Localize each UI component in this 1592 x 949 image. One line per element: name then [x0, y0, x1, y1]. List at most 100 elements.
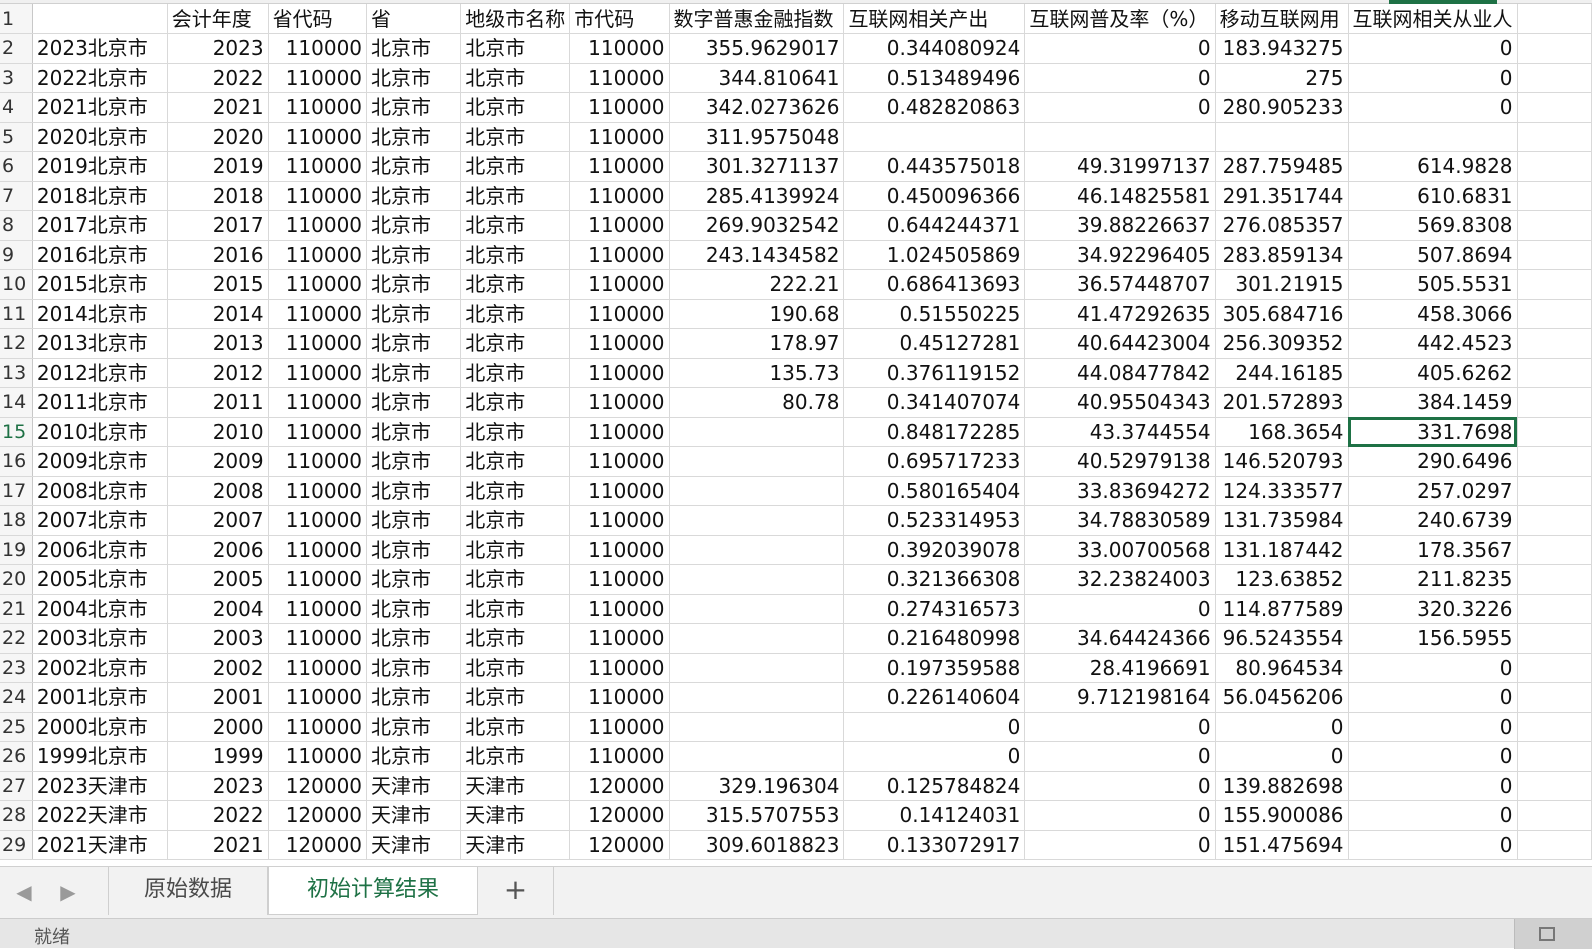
table-cell[interactable]: 110000: [268, 181, 368, 211]
table-cell[interactable]: 北京市: [366, 623, 462, 654]
table-cell[interactable]: 276.085357: [1215, 210, 1349, 241]
table-cell[interactable]: 天津市: [366, 800, 462, 831]
table-cell[interactable]: 北京市: [460, 33, 571, 64]
table-cell[interactable]: 2000北京市: [32, 712, 168, 742]
table-cell[interactable]: 0: [1024, 712, 1216, 742]
table-cell[interactable]: 0: [1024, 33, 1216, 64]
table-cell[interactable]: 2021天津市: [32, 830, 168, 860]
table-cell[interactable]: 2015: [167, 269, 269, 300]
row-number[interactable]: 5: [0, 122, 33, 152]
table-cell[interactable]: 北京市: [366, 476, 462, 506]
table-cell[interactable]: 2017北京市: [32, 210, 168, 241]
table-cell[interactable]: 0: [1215, 741, 1349, 772]
table-cell[interactable]: 110000: [268, 328, 368, 359]
table-cell[interactable]: 北京市: [366, 63, 462, 93]
table-cell[interactable]: 124.333577: [1215, 476, 1349, 506]
table-cell[interactable]: 0.344080924: [843, 33, 1026, 64]
table-cell[interactable]: 北京市: [366, 328, 462, 359]
table-cell[interactable]: 120000: [268, 800, 368, 831]
table-cell[interactable]: 96.5243554: [1215, 623, 1349, 654]
table-cell[interactable]: 44.08477842: [1024, 358, 1216, 388]
table-cell[interactable]: 北京市: [460, 181, 571, 211]
row-number[interactable]: 20: [0, 564, 33, 595]
table-cell[interactable]: [669, 446, 845, 477]
table-cell[interactable]: 9.712198164: [1024, 682, 1216, 713]
table-cell[interactable]: 北京市: [460, 446, 571, 477]
table-cell[interactable]: 2021北京市: [32, 92, 168, 123]
table-cell[interactable]: 41.47292635: [1024, 299, 1216, 329]
table-cell[interactable]: 110000: [569, 446, 670, 477]
row-number[interactable]: 11: [0, 299, 33, 329]
table-cell[interactable]: 120000: [268, 830, 368, 860]
table-cell[interactable]: 190.68: [669, 299, 845, 329]
empty-cell[interactable]: [1517, 712, 1592, 742]
table-cell[interactable]: [1215, 122, 1349, 152]
table-cell[interactable]: 北京市: [366, 653, 462, 683]
empty-cell[interactable]: [1517, 358, 1592, 388]
table-cell[interactable]: 283.859134: [1215, 240, 1349, 270]
table-cell[interactable]: 北京市: [460, 741, 571, 772]
table-cell[interactable]: 139.882698: [1215, 771, 1349, 801]
table-cell[interactable]: 0.321366308: [843, 564, 1026, 595]
table-cell[interactable]: 178.97: [669, 328, 845, 359]
table-cell[interactable]: 0: [1215, 712, 1349, 742]
table-cell[interactable]: 0.51550225: [843, 299, 1026, 329]
table-cell[interactable]: 458.3066: [1348, 299, 1518, 329]
empty-cell[interactable]: [1517, 240, 1592, 270]
table-cell[interactable]: 北京市: [460, 151, 571, 182]
table-cell[interactable]: 110000: [569, 387, 670, 418]
empty-cell[interactable]: [1517, 299, 1592, 329]
table-cell[interactable]: 2023: [167, 33, 269, 64]
table-cell[interactable]: 0.197359588: [843, 653, 1026, 683]
table-cell[interactable]: [1348, 122, 1518, 152]
empty-cell[interactable]: [1517, 741, 1592, 772]
table-cell[interactable]: 110000: [268, 682, 368, 713]
table-cell[interactable]: 110000: [569, 741, 670, 772]
table-cell[interactable]: 北京市: [366, 33, 462, 64]
table-cell[interactable]: 110000: [569, 210, 670, 241]
table-cell[interactable]: 269.9032542: [669, 210, 845, 241]
table-cell[interactable]: 329.196304: [669, 771, 845, 801]
row-number[interactable]: 19: [0, 535, 33, 565]
row-number[interactable]: 22: [0, 623, 33, 654]
table-cell[interactable]: 2010北京市: [32, 417, 168, 447]
table-cell[interactable]: 131.735984: [1215, 505, 1349, 536]
table-cell[interactable]: 32.23824003: [1024, 564, 1216, 595]
table-cell[interactable]: 0: [1348, 800, 1518, 831]
table-cell[interactable]: 614.9828: [1348, 151, 1518, 182]
table-cell[interactable]: 290.6496: [1348, 446, 1518, 477]
table-cell[interactable]: 569.8308: [1348, 210, 1518, 241]
table-cell[interactable]: 0: [1024, 594, 1216, 624]
column-header-cell[interactable]: 互联网普及率（%）: [1024, 4, 1216, 34]
table-cell[interactable]: 天津市: [460, 771, 571, 801]
column-header-cell[interactable]: 市代码: [569, 4, 670, 34]
table-cell[interactable]: 0.274316573: [843, 594, 1026, 624]
row-number[interactable]: 13: [0, 358, 33, 388]
table-cell[interactable]: 110000: [569, 653, 670, 683]
table-cell[interactable]: 0.226140604: [843, 682, 1026, 713]
table-cell[interactable]: 40.64423004: [1024, 328, 1216, 359]
table-cell[interactable]: 309.6018823: [669, 830, 845, 860]
table-cell[interactable]: 507.8694: [1348, 240, 1518, 270]
table-cell[interactable]: 311.9575048: [669, 122, 845, 152]
row-number[interactable]: 3: [0, 63, 33, 93]
table-cell[interactable]: 北京市: [460, 623, 571, 654]
table-cell[interactable]: 0.45127281: [843, 328, 1026, 359]
table-cell[interactable]: 0.443575018: [843, 151, 1026, 182]
table-cell[interactable]: 北京市: [460, 299, 571, 329]
table-cell[interactable]: 56.0456206: [1215, 682, 1349, 713]
table-cell[interactable]: 110000: [569, 151, 670, 182]
table-cell[interactable]: 183.943275: [1215, 33, 1349, 64]
table-cell[interactable]: 2022: [167, 63, 269, 93]
table-cell[interactable]: 天津市: [366, 771, 462, 801]
table-cell[interactable]: 110000: [268, 63, 368, 93]
table-cell[interactable]: 34.78830589: [1024, 505, 1216, 536]
table-cell[interactable]: 110000: [268, 594, 368, 624]
empty-cell[interactable]: [1517, 151, 1592, 182]
table-cell[interactable]: 北京市: [460, 240, 571, 270]
table-cell[interactable]: [669, 623, 845, 654]
table-cell[interactable]: 110000: [268, 653, 368, 683]
table-cell[interactable]: 北京市: [366, 505, 462, 536]
row-number[interactable]: 7: [0, 181, 33, 211]
table-cell[interactable]: 2022北京市: [32, 63, 168, 93]
